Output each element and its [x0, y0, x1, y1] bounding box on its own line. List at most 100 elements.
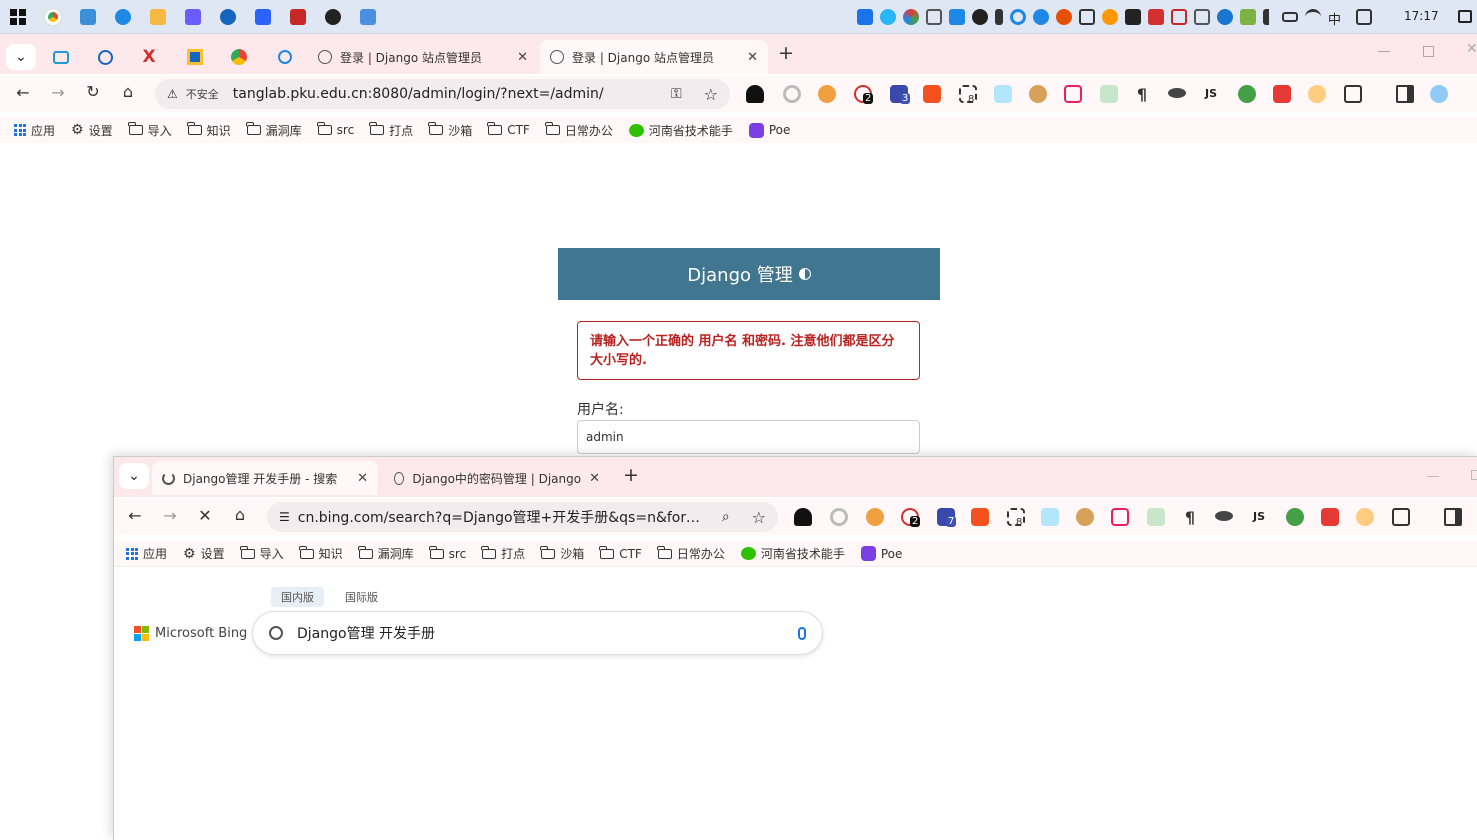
bookmark-star-icon[interactable]: ☆ — [752, 508, 766, 527]
tray-app-icon[interactable] — [857, 9, 873, 25]
reload-icon[interactable]: ↻ — [81, 82, 105, 101]
ext-plus-icon[interactable] — [1100, 85, 1118, 103]
notification-icon[interactable] — [1458, 10, 1472, 23]
site-info-icon[interactable]: ☰ — [279, 510, 290, 524]
ext-hourglass-icon[interactable] — [1041, 508, 1059, 526]
color-ball-icon[interactable] — [903, 9, 919, 25]
close-tab-icon[interactable]: ✕ — [517, 50, 528, 65]
microphone-icon[interactable] — [798, 626, 806, 640]
ime-indicator[interactable]: 中 — [1328, 9, 1341, 28]
pinned-tab-chrome-icon[interactable] — [224, 44, 254, 70]
red-grid-tray-icon[interactable] — [1171, 9, 1187, 25]
extensions-puzzle-icon[interactable] — [1344, 85, 1362, 103]
folder-app-icon[interactable] — [150, 9, 166, 25]
extensions-puzzle-icon[interactable] — [1392, 508, 1410, 526]
ext-ufo-icon[interactable] — [1168, 88, 1186, 98]
ext-plus-icon[interactable] — [1147, 508, 1165, 526]
window-tray-icon[interactable] — [1194, 9, 1210, 25]
bing-search-box[interactable]: Django管理 开发手册 — [253, 612, 822, 654]
ghost-icon[interactable] — [972, 9, 988, 25]
bookmark-import[interactable]: 导入 — [239, 545, 284, 562]
bookmark-knowledge[interactable]: 知识 — [298, 545, 343, 562]
home-icon[interactable]: ⌂ — [228, 505, 252, 524]
pinned-tab-bilibili-icon[interactable] — [46, 44, 76, 70]
bookmark-vuln-db[interactable]: 漏洞库 — [245, 122, 302, 139]
minimize-icon[interactable] — [1427, 476, 1439, 477]
cloud-icon[interactable] — [880, 9, 896, 25]
bookmark-poe[interactable]: Poe — [860, 546, 902, 561]
side-panel-icon[interactable] — [1396, 85, 1414, 103]
tab-search-icon[interactable]: ⌄ — [6, 44, 36, 70]
bookmark-ctf[interactable]: CTF — [599, 545, 642, 561]
dark-app-icon[interactable] — [325, 9, 341, 25]
search-query[interactable]: Django管理 开发手册 — [297, 623, 435, 643]
bookmark-apps[interactable]: 应用 — [126, 545, 167, 562]
pinned-tab-circle-icon[interactable] — [270, 44, 300, 70]
address-bar[interactable]: ☰ cn.bing.com/search?q=Django管理+开发手册&qs=… — [267, 502, 778, 532]
tab-django-login-2[interactable]: 登录 | Django 站点管理员 ✕ — [540, 40, 768, 74]
close-tab-icon[interactable]: ✕ — [589, 471, 600, 486]
close-window-icon[interactable]: ✕ — [1466, 41, 1477, 57]
ext-ufo-icon[interactable] — [1215, 511, 1233, 521]
bookmark-src[interactable]: src — [316, 122, 354, 137]
bookmark-settings[interactable]: ⚙ 设置 — [71, 122, 113, 139]
ext-cookie-icon[interactable] — [1029, 85, 1047, 103]
new-tab-button[interactable]: + — [623, 464, 639, 486]
forward-icon[interactable]: → — [158, 506, 182, 525]
ext-face-icon[interactable] — [1308, 85, 1326, 103]
tab-django-password[interactable]: Django中的密码管理 | Django ✕ — [384, 461, 610, 495]
tab-bing-search[interactable]: Django管理 开发手册 - 搜索 ✕ — [152, 461, 378, 495]
monitor-tray-icon[interactable] — [1240, 9, 1256, 25]
ext-js-icon[interactable]: JS — [1205, 87, 1217, 100]
flashlight-icon[interactable] — [995, 9, 1003, 25]
clock[interactable]: 17:17 — [1404, 9, 1439, 23]
wifi-icon[interactable] — [1305, 9, 1321, 25]
back-icon[interactable]: ← — [123, 506, 147, 525]
tab-search-icon[interactable]: ⌄ — [119, 463, 149, 489]
bookmark-office[interactable]: 日常办公 — [544, 122, 613, 139]
p-tray-icon[interactable] — [949, 9, 965, 25]
bookmark-poe[interactable]: Poe — [748, 122, 790, 138]
ext-biying-icon[interactable] — [794, 508, 812, 526]
bookmark-import[interactable]: 导入 — [127, 122, 172, 139]
ext-fe-icon[interactable] — [1321, 508, 1339, 526]
maximize-icon[interactable] — [1471, 470, 1477, 480]
p-app-icon[interactable] — [255, 9, 271, 25]
bing-logo[interactable]: Microsoft Bing — [134, 626, 247, 641]
app-window-icon[interactable] — [80, 9, 96, 25]
flame-tray-icon[interactable] — [1102, 9, 1118, 25]
ext-hourglass-icon[interactable] — [994, 85, 1012, 103]
bookmark-src[interactable]: src — [428, 545, 466, 561]
bookmark-ctf[interactable]: CTF — [487, 122, 530, 137]
ext-circle-icon[interactable] — [830, 508, 848, 526]
menu-kebab-icon[interactable]: ⋮ — [1470, 83, 1477, 102]
check-tray-icon[interactable] — [1217, 9, 1233, 25]
bookmark-henan[interactable]: 河南省技术能手 — [740, 545, 845, 562]
tab-django-login-1[interactable]: 登录 | Django 站点管理员 ✕ — [308, 40, 538, 74]
scope-tab-domestic[interactable]: 国内版 — [271, 587, 324, 607]
pinned-tab-app-icon[interactable] — [180, 44, 210, 70]
ext-person-icon[interactable] — [866, 508, 884, 526]
username-input[interactable] — [577, 420, 920, 454]
bookmark-sandbox[interactable]: 沙箱 — [428, 122, 472, 139]
scope-tab-international[interactable]: 国际版 — [335, 587, 388, 607]
url-text[interactable]: tanglab.pku.edu.cn:8080/admin/login/?nex… — [233, 86, 604, 102]
h-tray-icon[interactable] — [1125, 9, 1141, 25]
bookmark-apps[interactable]: 应用 — [14, 122, 55, 139]
bookmark-dadian[interactable]: 打点 — [369, 122, 413, 139]
ext-cookie-icon[interactable] — [1076, 508, 1094, 526]
ext-person-icon[interactable] — [818, 85, 836, 103]
address-bar[interactable]: ⚠ 不安全 tanglab.pku.edu.cn:8080/admin/logi… — [155, 79, 730, 109]
profile-avatar[interactable] — [1430, 85, 1448, 103]
back-icon[interactable]: ← — [11, 83, 35, 102]
shield-app-icon[interactable] — [290, 9, 306, 25]
check-app-icon[interactable] — [220, 9, 236, 25]
circle-tray-icon[interactable] — [1010, 9, 1026, 25]
ext-circle-icon[interactable] — [783, 85, 801, 103]
ext-fe-icon[interactable] — [1273, 85, 1291, 103]
pinned-tab-e-icon[interactable] — [90, 44, 120, 70]
ext-paragraph-icon[interactable]: ¶ — [1133, 85, 1151, 104]
bookmark-knowledge[interactable]: 知识 — [186, 122, 231, 139]
bolt-app-icon[interactable] — [185, 9, 201, 25]
minimize-icon[interactable] — [1378, 51, 1390, 52]
